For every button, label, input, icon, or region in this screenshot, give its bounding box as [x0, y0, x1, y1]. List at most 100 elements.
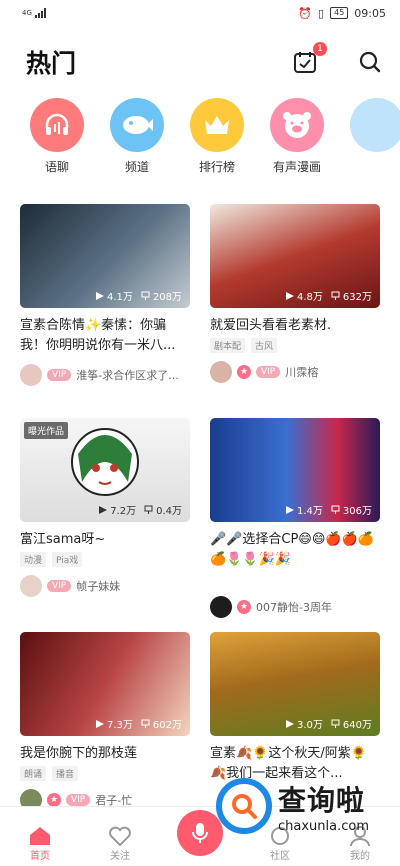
tab-label: 首页	[30, 851, 50, 862]
save-count: 640万	[342, 720, 372, 731]
tag[interactable]: 动漫	[20, 552, 47, 567]
battery-icon: 45	[330, 7, 349, 19]
card-title: 宣素合陈情✨秦愫：你骗我！你明明说你有一米八...	[20, 318, 176, 353]
trophy-icon	[144, 505, 153, 514]
header-actions: 1	[292, 42, 382, 75]
play-icon	[286, 291, 294, 300]
card-author[interactable]: ★ 007静怡-3周年	[210, 596, 380, 618]
tab-home[interactable]: 首页	[10, 825, 70, 862]
more-category-icon	[350, 98, 400, 152]
watermark-title: 查询啦	[278, 783, 366, 817]
save-count: 0.4万	[156, 506, 182, 517]
feed-card[interactable]: 4.8万 632万 就爱回头看看老素材. 剧本配 古风 ★ VIP 川霂榕	[210, 204, 380, 383]
card-stats: 4.1万 208万	[96, 288, 182, 303]
tag[interactable]: 播音	[52, 766, 79, 781]
feed-card[interactable]: 7.3万 602万 我是你腕下的那枝莲 朗诵 播音 ★ VIP 君子-忙	[20, 632, 190, 811]
category-audio-comic[interactable]: 有声漫画	[270, 98, 324, 176]
category-channel[interactable]: 频道	[110, 98, 164, 176]
tab-label: 关注	[110, 851, 130, 862]
exposure-badge: 曝光作品	[24, 422, 69, 439]
task-button[interactable]: 1	[292, 42, 327, 75]
play-count: 4.8万	[297, 292, 323, 303]
category-label: 有声漫画	[272, 160, 321, 174]
tab-label: 我的	[350, 851, 370, 862]
fish-icon	[110, 98, 164, 152]
card-stats: 3.0万 640万	[286, 716, 372, 731]
page-header: 热门 1	[0, 26, 400, 98]
clock: 09:05	[354, 6, 386, 20]
card-author[interactable]: ★ VIP 川霂榕	[210, 361, 380, 383]
tab-follow[interactable]: 关注	[90, 825, 150, 862]
trophy-icon	[331, 719, 340, 728]
author-name: 007静怡-3周年	[256, 601, 332, 614]
heart-icon	[109, 826, 131, 847]
avatar	[20, 575, 42, 597]
feed-card[interactable]: 1.4万 306万 🎤🎤选择合CP😄😄🍎🍎🍊🍊🌷🌷🎉🎉 ★ 007静怡-3周年	[210, 418, 380, 618]
card-author[interactable]: VIP 帧子妹妹	[20, 575, 190, 597]
card-tags: 剧本配 古风	[210, 338, 380, 353]
card-stats: 7.3万 602万	[96, 716, 182, 731]
card-author[interactable]: VIP 淮筝-求合作区求了...	[20, 364, 190, 386]
tag[interactable]: 古风	[251, 338, 278, 353]
vip-badge: VIP	[256, 366, 281, 378]
tag[interactable]: 朗诵	[20, 766, 47, 781]
card-thumbnail: 3.0万 640万	[210, 632, 380, 736]
avatar	[20, 364, 42, 386]
avatar	[210, 596, 232, 618]
author-name: 淮筝-求合作区求了...	[76, 369, 179, 382]
star-badge-icon: ★	[237, 600, 251, 614]
card-stats: 1.4万 306万	[286, 502, 372, 517]
vip-badge: VIP	[47, 580, 72, 592]
signal-icon	[34, 8, 46, 18]
feed-card[interactable]: 曝光作品 7.2万 0.4万 富江sama呀~ 动漫 Pia戏 VIP 帧子妹妹	[20, 418, 190, 597]
play-icon	[99, 505, 108, 514]
play-icon	[96, 291, 104, 300]
vip-badge: VIP	[47, 369, 72, 381]
save-count: 602万	[152, 720, 182, 731]
card-thumbnail: 4.1万 208万	[20, 204, 190, 308]
feed-card[interactable]: 4.1万 208万 宣素合陈情✨秦愫：你骗我！你明明说你有一米八... VIP …	[20, 204, 190, 386]
trophy-icon	[331, 505, 340, 514]
card-thumbnail: 4.8万 632万	[210, 204, 380, 308]
anime-portrait-icon	[71, 428, 139, 496]
play-icon	[286, 505, 294, 514]
feed-card[interactable]: 3.0万 640万 宣素🍂🌻这个秋天/阿紫🌻🍂我们一起来看这个...	[210, 632, 380, 784]
category-label: 排行榜	[198, 160, 235, 174]
card-tags: 朗诵 播音	[20, 766, 190, 781]
trophy-icon	[141, 719, 150, 728]
play-count: 7.2万	[110, 506, 137, 517]
play-count: 3.0万	[297, 720, 323, 731]
home-icon	[30, 827, 50, 845]
tag[interactable]: Pia戏	[52, 552, 83, 567]
category-ranking[interactable]: 排行榜	[190, 98, 244, 176]
category-more[interactable]	[350, 98, 400, 176]
network-type: 4G	[22, 8, 32, 17]
category-row: 语聊 频道 排行榜 有声漫画	[0, 98, 400, 176]
trophy-icon	[141, 291, 150, 300]
vip-badge: VIP	[66, 794, 91, 806]
watermark-logo-icon	[216, 778, 272, 834]
avatar	[210, 361, 232, 383]
search-icon[interactable]	[358, 50, 382, 74]
watermark-domain: chaxunla.com	[278, 818, 369, 834]
save-count: 208万	[152, 292, 182, 303]
pig-icon	[270, 98, 324, 152]
play-count: 4.1万	[107, 292, 133, 303]
play-icon	[96, 719, 104, 728]
save-count: 632万	[342, 292, 372, 303]
tab-label: 社区	[270, 851, 290, 862]
page-title: 热门	[26, 49, 77, 78]
card-stats: 4.8万 632万	[286, 288, 372, 303]
save-count: 306万	[342, 506, 372, 517]
star-badge-icon: ★	[237, 365, 251, 379]
play-icon	[286, 719, 294, 728]
category-chat[interactable]: 语聊	[30, 98, 84, 176]
watermark: 查询啦 chaxunla.com	[216, 766, 386, 846]
vibrate-icon: ▯	[318, 6, 325, 20]
star-badge-icon: ★	[47, 793, 61, 807]
card-title: 富江sama呀~	[20, 532, 106, 547]
tag[interactable]: 剧本配	[210, 338, 246, 353]
play-count: 1.4万	[297, 506, 323, 517]
card-title: 就爱回头看看老素材.	[210, 318, 332, 333]
status-left: 4G	[22, 8, 46, 18]
